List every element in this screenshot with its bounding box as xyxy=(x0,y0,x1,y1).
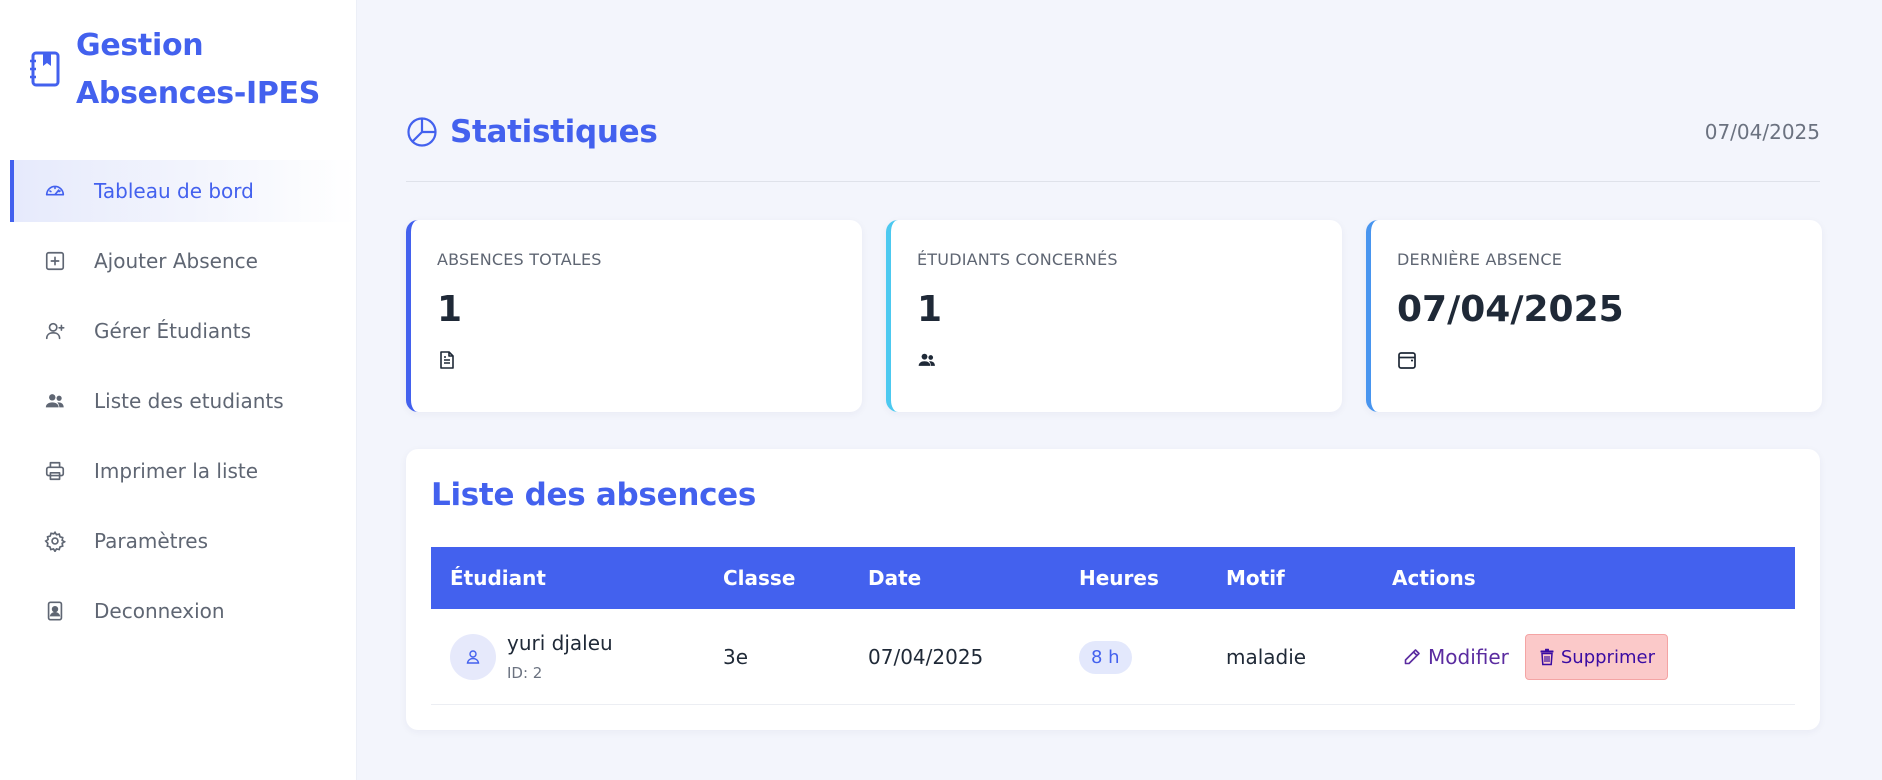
stat-card-absences-totales: ABSENCES TOTALES 1 xyxy=(406,220,862,412)
stat-value: 1 xyxy=(437,289,463,330)
sidebar-item-imprimer-la-liste[interactable]: Imprimer la liste xyxy=(10,440,356,502)
student-cell: yuri djaleu ID: 2 xyxy=(450,609,613,705)
sidebar-item-label: Gérer Étudiants xyxy=(94,319,252,343)
dashboard-gauge-icon xyxy=(44,180,66,202)
document-icon xyxy=(437,350,457,370)
student-id: ID: 2 xyxy=(507,664,543,682)
hours-badge: 8 h xyxy=(1079,640,1132,674)
sidebar-item-label: Liste des etudiants xyxy=(94,389,284,413)
hours-cell: 8 h xyxy=(1079,609,1132,705)
sidebar-item-label: Ajouter Absence xyxy=(94,249,258,273)
stat-label: DERNIÈRE ABSENCE xyxy=(1397,250,1563,269)
column-header-date[interactable]: Date xyxy=(868,547,921,609)
edit-button-label: Modifier xyxy=(1428,645,1509,669)
trash-icon xyxy=(1540,648,1554,666)
sidebar-item-liste-des-etudiants[interactable]: Liste des etudiants xyxy=(10,370,356,432)
motif-cell: maladie xyxy=(1226,645,1307,669)
sidebar-item-label: Deconnexion xyxy=(94,599,225,623)
column-header-etudiant[interactable]: Étudiant xyxy=(450,547,546,609)
sidebar-item-gerer-etudiants[interactable]: Gérer Étudiants xyxy=(10,300,356,362)
student-name: yuri djaleu xyxy=(507,631,613,655)
user-plus-icon xyxy=(44,320,66,342)
column-header-classe[interactable]: Classe xyxy=(723,547,795,609)
column-header-motif[interactable]: Motif xyxy=(1226,547,1285,609)
stat-card-derniere-absence: DERNIÈRE ABSENCE 07/04/2025 xyxy=(1366,220,1822,412)
gear-icon xyxy=(44,530,66,552)
sidebar: Gestion Absences-IPES Tableau de bord Aj… xyxy=(0,0,356,780)
stats-cards: ABSENCES TOTALES 1 ÉTUDIANTS CONCERNÉS 1… xyxy=(406,220,1822,412)
stat-label: ABSENCES TOTALES xyxy=(437,250,602,269)
column-header-actions: Actions xyxy=(1392,566,1476,590)
sidebar-item-deconnexion[interactable]: Deconnexion xyxy=(10,580,356,642)
sidebar-item-ajouter-absence[interactable]: Ajouter Absence xyxy=(10,230,356,292)
sidebar-item-tableau-de-bord[interactable]: Tableau de bord xyxy=(10,160,356,222)
absences-title: Liste des absences xyxy=(431,477,757,513)
classe-cell: 3e xyxy=(723,645,749,669)
calendar-icon xyxy=(1397,350,1417,370)
badge-person-icon xyxy=(44,600,66,622)
absences-table: Étudiant Classe Date Heures Motif Action… xyxy=(431,547,1795,705)
avatar xyxy=(450,634,496,680)
page-header: Statistiques 07/04/2025 xyxy=(406,110,1820,182)
sidebar-item-label: Tableau de bord xyxy=(94,179,254,203)
edit-button[interactable]: Modifier xyxy=(1392,634,1519,680)
app-title: Gestion Absences-IPES xyxy=(76,28,321,111)
sidebar-item-label: Imprimer la liste xyxy=(94,459,259,483)
delete-button-label: Supprimer xyxy=(1560,646,1655,668)
sidebar-item-parametres[interactable]: Paramètres xyxy=(10,510,356,572)
user-icon xyxy=(466,650,480,664)
brand[interactable]: Gestion Absences-IPES xyxy=(28,22,336,118)
table-header: Étudiant Classe Date Heures Motif Action… xyxy=(431,547,1795,609)
absences-panel: Liste des absences Étudiant Classe Date … xyxy=(406,449,1820,730)
pie-chart-icon xyxy=(406,116,438,148)
actions-cell: Modifier Supprimer xyxy=(1392,609,1668,705)
users-icon xyxy=(917,350,937,370)
sidebar-nav: Tableau de bord Ajouter Absence Gérer Ét… xyxy=(10,160,356,650)
current-date: 07/04/2025 xyxy=(1704,120,1820,144)
date-cell: 07/04/2025 xyxy=(868,645,984,669)
notebook-icon xyxy=(28,50,62,90)
stat-card-etudiants-concernes: ÉTUDIANTS CONCERNÉS 1 xyxy=(886,220,1342,412)
pencil-icon xyxy=(1404,649,1420,665)
stat-value: 07/04/2025 xyxy=(1397,289,1624,330)
main-content: Statistiques 07/04/2025 ABSENCES TOTALES… xyxy=(356,0,1882,780)
plus-square-icon xyxy=(44,250,66,272)
table-row: yuri djaleu ID: 2 3e 07/04/2025 8 h mala… xyxy=(431,609,1795,705)
stat-label: ÉTUDIANTS CONCERNÉS xyxy=(917,250,1118,269)
users-icon xyxy=(44,390,66,412)
column-header-heures[interactable]: Heures xyxy=(1079,547,1159,609)
page-title: Statistiques xyxy=(450,114,658,150)
sidebar-item-label: Paramètres xyxy=(94,529,209,553)
printer-icon xyxy=(44,460,66,482)
stat-value: 1 xyxy=(917,289,943,330)
delete-button[interactable]: Supprimer xyxy=(1524,634,1668,680)
